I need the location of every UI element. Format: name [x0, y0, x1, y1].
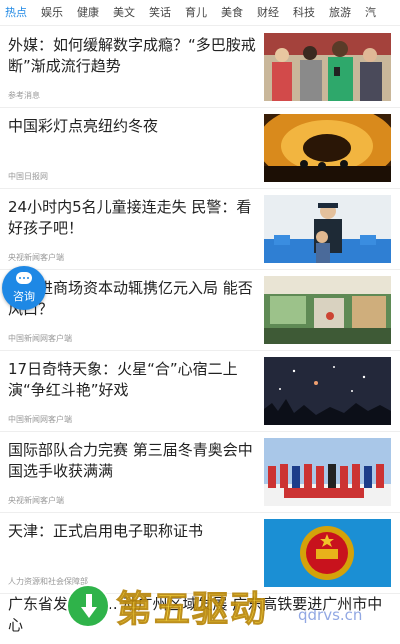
tab-essay[interactable]: 美文 [113, 0, 135, 25]
download-arrow-icon [66, 584, 110, 628]
news-source: 参考消息 [8, 91, 40, 100]
tab-health[interactable]: 健康 [77, 0, 99, 25]
news-title[interactable]: 天津：正式启用电子职称证书 [8, 521, 260, 542]
chat-bubble-icon [16, 272, 32, 284]
tab-hot[interactable]: 热点 [5, 0, 27, 25]
news-item[interactable]: 24小时内5名儿童接连走失 民警：看好孩子吧！ 央视新闻客户端 [0, 189, 400, 270]
news-thumbnail-athletes-group[interactable] [264, 438, 391, 506]
tab-parenting[interactable]: 育儿 [185, 0, 207, 25]
news-source: 中国新闻网客户端 [8, 334, 72, 343]
news-source: 中国新闻网客户端 [8, 415, 72, 424]
news-item[interactable]: 中国彩灯点亮纽约冬夜 中国日报网 [0, 108, 400, 189]
tab-food[interactable]: 美食 [221, 0, 243, 25]
watermark-overlay: 第五驱动 qdrvs.cn [66, 576, 396, 636]
news-thumbnail-lantern-tunnel[interactable] [264, 114, 391, 182]
watermark-text: 第五驱动 [115, 589, 269, 631]
news-thumbnail-mall[interactable] [264, 276, 391, 344]
news-thumbnail-crowd-phones[interactable] [264, 33, 391, 101]
news-title[interactable]: 中国彩灯点亮纽约冬夜 [8, 116, 260, 137]
news-item[interactable]: 国际部队合力完赛 第三届冬青奥会中国选手收获满满 央视新闻客户端 [0, 432, 400, 513]
consult-button[interactable]: 咨询 [2, 266, 46, 310]
news-feed: 外媒：如何缓解数字成瘾？“多巴胺戒断”渐成流行趋势 参考消息 中国彩灯点亮纽约冬… [0, 27, 400, 594]
news-source: 央视新闻客户端 [8, 496, 64, 505]
news-source: 中国日报网 [8, 172, 48, 181]
news-item[interactable]: 17日奇特天象：火星“合”心宿二上演“争红斗艳”好戏 中国新闻网客户端 [0, 351, 400, 432]
tab-tech[interactable]: 科技 [293, 0, 315, 25]
category-tabs: 热点 娱乐 健康 美文 笑话 育儿 美食 财经 科技 旅游 汽 [0, 0, 400, 26]
news-title[interactable]: 外媒：如何缓解数字成瘾？“多巴胺戒断”渐成流行趋势 [8, 35, 260, 77]
consult-label: 咨询 [13, 290, 35, 303]
tab-jokes[interactable]: 笑话 [149, 0, 171, 25]
tab-travel[interactable]: 旅游 [329, 0, 351, 25]
tab-finance[interactable]: 财经 [257, 0, 279, 25]
news-title[interactable]: 国际部队合力完赛 第三届冬青奥会中国选手收获满满 [8, 440, 260, 482]
news-title[interactable]: 24小时内5名儿童接连走失 民警：看好孩子吧！ [8, 197, 260, 239]
watermark-url: qdrvs.cn [298, 606, 363, 624]
news-thumbnail-police-child[interactable] [264, 195, 391, 263]
tab-entertainment[interactable]: 娱乐 [41, 0, 63, 25]
news-source: 央视新闻客户端 [8, 253, 64, 262]
news-item[interactable]: 国开进商场资本动辄携亿元入局 能否风口？ 中国新闻网客户端 [0, 270, 400, 351]
news-item[interactable]: 外媒：如何缓解数字成瘾？“多巴胺戒断”渐成流行趋势 参考消息 [0, 27, 400, 108]
tab-auto[interactable]: 汽 [365, 0, 376, 25]
news-title[interactable]: 17日奇特天象：火星“合”心宿二上演“争红斗艳”好戏 [8, 359, 260, 401]
news-thumbnail-night-sky[interactable] [264, 357, 391, 425]
